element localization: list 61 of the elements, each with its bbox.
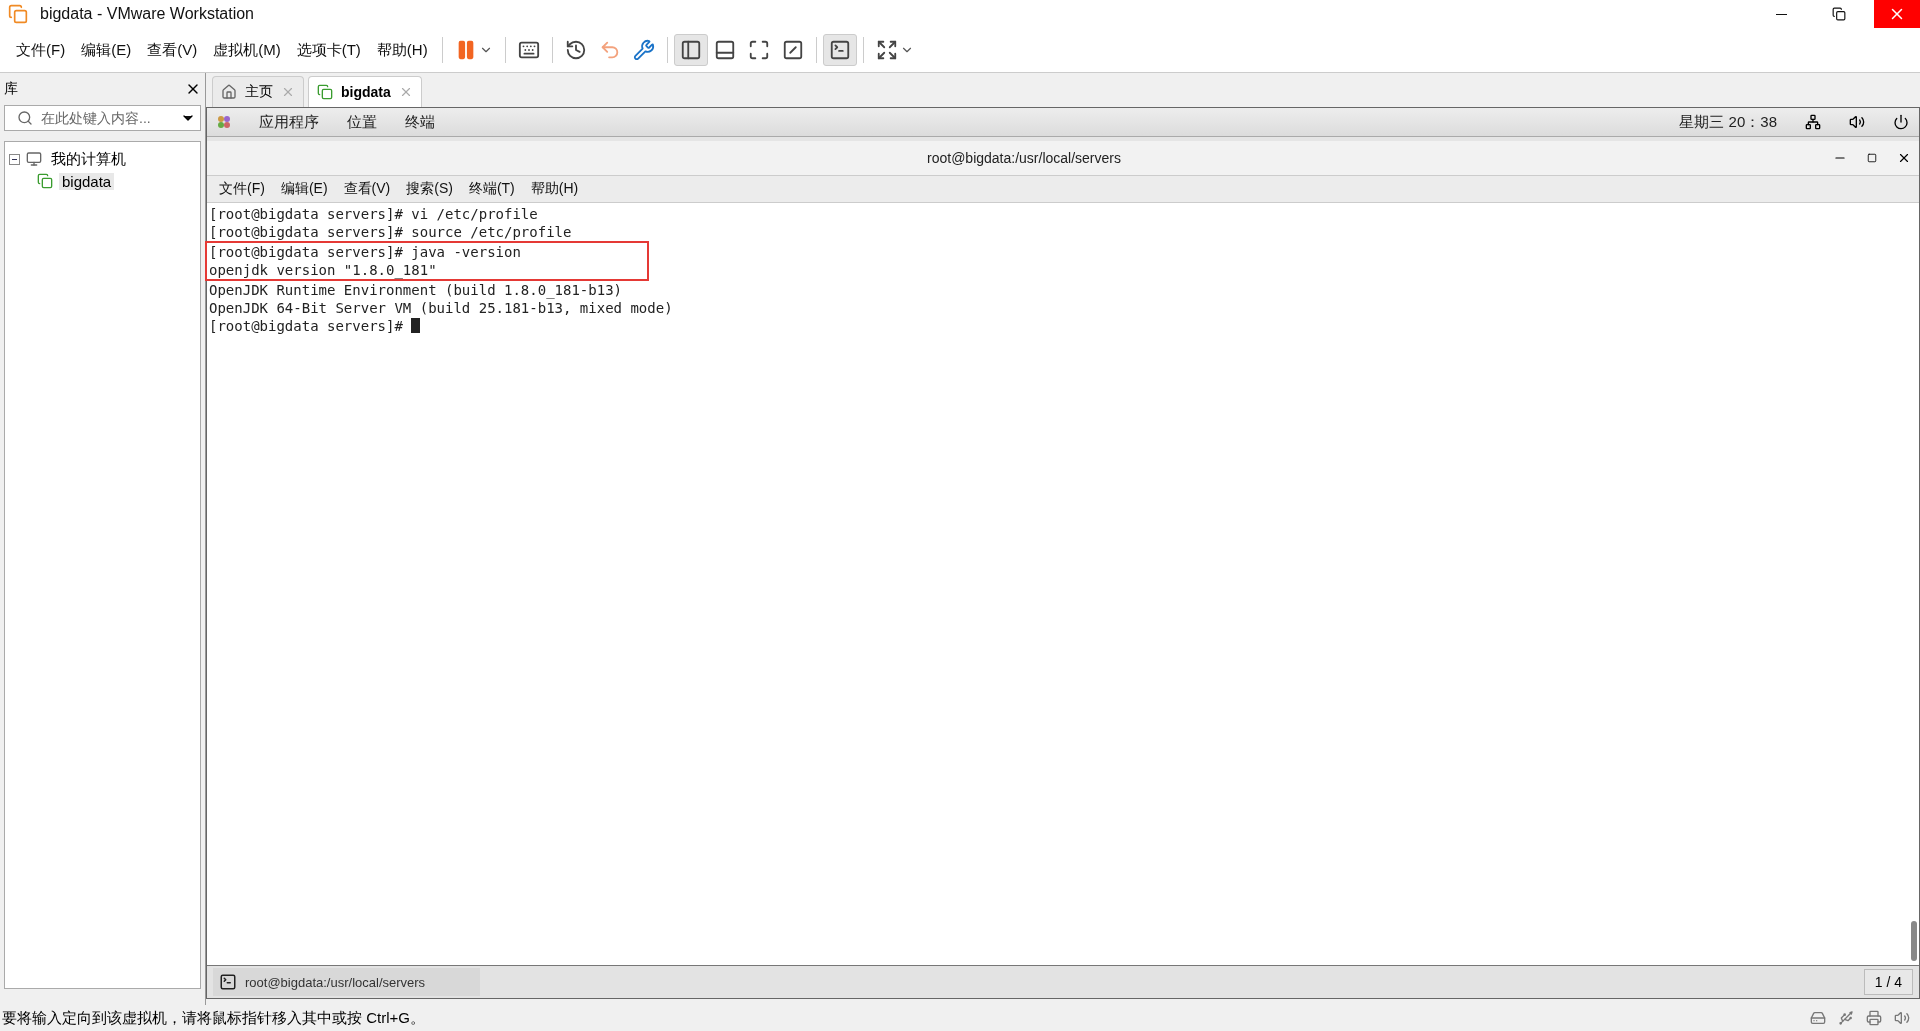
menu-item[interactable]: 编辑(E) bbox=[73, 36, 140, 64]
library-title: 库 bbox=[4, 80, 18, 98]
maximize-button[interactable] bbox=[1867, 153, 1877, 163]
terminal-line: [root@bigdata servers]# java -version bbox=[208, 243, 522, 261]
terminal-line: [root@bigdata servers]# source /etc/profile bbox=[208, 223, 573, 241]
vm-icon bbox=[317, 84, 333, 100]
minimize-icon bbox=[1775, 13, 1787, 15]
menu-item[interactable]: 查看(V) bbox=[335, 176, 399, 202]
snapshot-icon bbox=[564, 39, 587, 61]
search-icon bbox=[17, 110, 33, 126]
menu-item[interactable]: 文件(F) bbox=[211, 176, 273, 202]
terminal-icon bbox=[219, 973, 237, 991]
menu-item[interactable]: 查看(V) bbox=[139, 36, 206, 64]
tab[interactable]: 主页 bbox=[212, 76, 304, 107]
tree-item[interactable]: bigdata bbox=[59, 172, 115, 190]
terminal-line: OpenJDK Runtime Environment (build 1.8.0_181-b13) bbox=[208, 281, 623, 299]
status-message: 要将输入定向到该虚拟机，请将鼠标指针移入其中或按 Ctrl+G。 bbox=[2, 1008, 425, 1028]
terminal-title: root@bigdata:/usr/local/servers bbox=[926, 150, 1122, 166]
printer-icon[interactable] bbox=[1866, 1010, 1882, 1026]
power-icon[interactable] bbox=[1893, 114, 1909, 130]
menu-item[interactable]: 帮助(H) bbox=[368, 36, 436, 64]
terminal-line: OpenJDK 64-Bit Server VM (build 25.181-b13, mixed mode) bbox=[208, 299, 674, 317]
menu-item[interactable]: 终端(T) bbox=[460, 176, 523, 202]
terminal-line: openjdk version "1.8.0_181" bbox=[208, 261, 438, 279]
close-button[interactable] bbox=[1897, 151, 1911, 165]
menu-item[interactable]: 搜索(S) bbox=[398, 176, 461, 202]
menu-item[interactable]: 编辑(E) bbox=[272, 176, 336, 202]
tree-item[interactable]: 我的计算机 bbox=[48, 149, 129, 169]
search-field[interactable]: 在此处键入内容... bbox=[4, 105, 201, 131]
home-icon bbox=[221, 84, 237, 100]
toolbar-button[interactable] bbox=[673, 34, 708, 66]
restore-icon bbox=[1832, 7, 1846, 21]
vm-icon bbox=[37, 173, 53, 189]
volume-icon[interactable] bbox=[1849, 114, 1865, 130]
menu-item[interactable]: 帮助(H) bbox=[522, 176, 587, 202]
speaker-icon[interactable] bbox=[1894, 1010, 1910, 1026]
menu-item[interactable]: 虚拟机(M) bbox=[205, 36, 289, 64]
top-bar-menu[interactable]: 位置 bbox=[347, 112, 377, 132]
clock: 星期三 20：38 bbox=[1679, 112, 1777, 132]
fullscreen-icon bbox=[747, 39, 770, 61]
menu-item[interactable]: 选项卡(T) bbox=[288, 36, 369, 64]
scrollbar-thumb[interactable] bbox=[1911, 921, 1917, 961]
taskbar-window[interactable]: root@bigdata:/usr/local/servers bbox=[213, 968, 480, 996]
tab[interactable]: bigdata bbox=[308, 76, 422, 107]
search-input[interactable]: 在此处键入内容... bbox=[39, 109, 174, 127]
sidebar-icon bbox=[679, 39, 702, 61]
collapse-icon[interactable] bbox=[9, 153, 20, 165]
toolbar-button[interactable] bbox=[822, 34, 857, 66]
network-icon[interactable] bbox=[1805, 114, 1821, 130]
top-bar-menu[interactable]: 终端 bbox=[405, 112, 435, 132]
menu-item[interactable]: 文件(F) bbox=[8, 36, 74, 64]
usb-icon[interactable] bbox=[1838, 1010, 1854, 1026]
app-logo-icon bbox=[8, 4, 28, 24]
terminal-line: [root@bigdata servers]# vi /etc/profile bbox=[208, 205, 539, 223]
window-title: bigdata - VMware Workstation bbox=[40, 5, 255, 23]
workspace-switcher[interactable]: 1 / 4 bbox=[1863, 969, 1913, 995]
top-bar-menu[interactable]: 应用程序 bbox=[259, 112, 319, 132]
terminal-line: [root@bigdata servers]# bbox=[207, 317, 1909, 335]
console-icon bbox=[828, 39, 851, 61]
computer-icon bbox=[26, 151, 42, 167]
apps-logo-icon bbox=[217, 115, 231, 129]
